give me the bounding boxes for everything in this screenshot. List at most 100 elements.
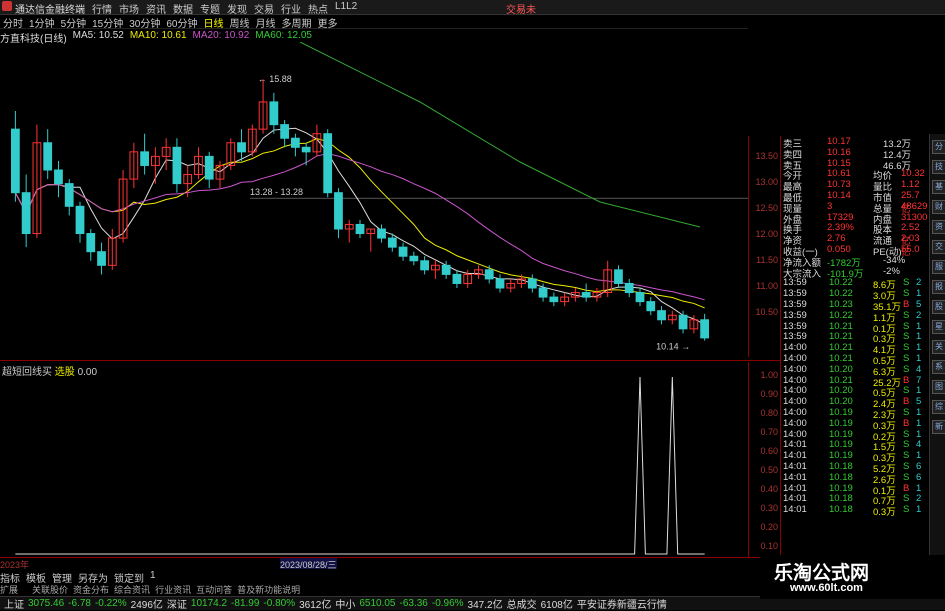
indicator-tabs: 指标 模板 管理 另存为 锁定到 1 [0, 570, 780, 585]
tick-cell: 10.21 [829, 374, 853, 386]
toolbar-button[interactable]: 综 [932, 400, 945, 414]
menu-item[interactable]: 资讯 [146, 1, 173, 16]
candle [581, 283, 591, 302]
menu-item[interactable]: 发现 [227, 1, 254, 16]
menu-item[interactable]: 行业 [281, 1, 308, 16]
tick-cell: S [903, 428, 910, 440]
period-tab[interactable]: 周线 [227, 15, 253, 30]
quote-cell: -34% [883, 254, 906, 266]
candle [495, 274, 505, 293]
tick-cell: 14:00 [783, 428, 807, 440]
menu-item[interactable]: L1L2 [335, 1, 362, 16]
tick-cell: 10.19 [829, 417, 853, 429]
quote-cell: 10.16 [827, 146, 851, 158]
tick-cell: 14:00 [783, 417, 807, 429]
candle [560, 292, 570, 307]
tick-cell: 14:01 [783, 493, 807, 505]
menu-item[interactable]: 交易 [254, 1, 281, 16]
period-tab[interactable]: 日线 [201, 15, 227, 30]
tick-cell: 13:59 [783, 288, 807, 300]
tick-cell: 2 [916, 309, 922, 321]
toolbar-button[interactable]: 系 [932, 360, 945, 374]
trade-status[interactable]: 交易未 [506, 1, 536, 16]
period-tab[interactable]: 多周期 [279, 15, 315, 30]
tick-row: 14:01 10.18 5.2万 S 6 [783, 461, 923, 475]
quote-row: 换手 2.39% 股本 2.52亿 [783, 222, 923, 247]
period-tab[interactable]: 30分钟 [126, 15, 163, 30]
period-tab[interactable]: 60分钟 [163, 15, 200, 30]
candle [140, 133, 150, 175]
tick-row: 14:00 10.20 2.4万 B 5 [783, 396, 923, 410]
toolbar-button[interactable]: 新 [932, 420, 945, 434]
candle [247, 124, 257, 157]
toolbar-button[interactable]: 资 [932, 220, 945, 234]
menu-item[interactable]: 数据 [173, 1, 200, 16]
candle [54, 160, 63, 198]
indicator-tick: 0.60 [760, 446, 778, 456]
indicator-tab[interactable]: 另存为 [78, 570, 108, 585]
candle [377, 224, 386, 243]
period-tab[interactable]: 15分钟 [89, 15, 126, 30]
toolbar-button[interactable]: 服 [932, 260, 945, 274]
toolbar-button[interactable]: 交 [932, 240, 945, 254]
tick-cell: 14:00 [783, 385, 807, 397]
indicator-tab[interactable]: 指标 [0, 570, 20, 585]
menu-item[interactable]: 热点 [308, 1, 335, 16]
toolbar-button[interactable]: 财 [932, 200, 945, 214]
quote-row: 收益(一) 0.050 PE(动) 55.0 [783, 244, 923, 258]
period-tab[interactable]: 分时 [0, 15, 26, 30]
indicator-chart[interactable] [0, 372, 748, 557]
toolbar-button[interactable]: 报 [932, 280, 945, 294]
candle [32, 124, 42, 239]
indicator-tab[interactable]: 锁定到 [114, 570, 144, 585]
period-tab[interactable]: 月线 [253, 15, 279, 30]
info-tab[interactable]: 行业资讯 [155, 583, 191, 595]
menu-item[interactable]: 市场 [119, 1, 146, 16]
candle [635, 288, 645, 307]
quote-cell: 17329 [827, 211, 854, 223]
candle [97, 242, 106, 275]
quote-cell: 10.15 [827, 157, 851, 169]
indicator-tick: 0.50 [760, 465, 778, 475]
tick-cell: B [903, 374, 910, 386]
indicator-tab[interactable]: 模板 [26, 570, 46, 585]
period-tab[interactable]: 更多 [315, 15, 341, 30]
tick-row: 14:01 10.18 0.7万 S 2 [783, 493, 923, 507]
candlestick-chart[interactable]: ← 15.88 13.28 - 13.28 10.14 → [0, 42, 748, 357]
tick-cell: 6 [916, 461, 922, 472]
info-tab[interactable]: 互动问答 [196, 583, 232, 595]
toolbar-button[interactable]: 图 [932, 380, 945, 394]
info-tab[interactable]: 资金分布 [73, 583, 109, 595]
toolbar-button[interactable]: 星 [932, 320, 945, 334]
tick-cell: S [903, 471, 910, 483]
toolbar-button[interactable]: 关 [932, 340, 945, 354]
tick-cell: S [903, 277, 910, 289]
candle [355, 219, 365, 239]
period-tab[interactable]: 5分钟 [58, 15, 90, 30]
menu-item[interactable]: 行情 [92, 1, 119, 16]
indicator-tab[interactable]: 管理 [52, 570, 72, 585]
price-tick: 13.00 [755, 177, 778, 187]
candle [420, 256, 430, 275]
candle [64, 179, 74, 216]
period-tab[interactable]: 1分钟 [26, 15, 58, 30]
toolbar-button[interactable]: 技 [932, 160, 945, 174]
indicator-tick: 0.10 [760, 541, 778, 551]
info-tab[interactable]: 综合资讯 [114, 583, 150, 595]
toolbar-button[interactable]: 基 [932, 180, 945, 194]
info-tab[interactable]: 普及新功能说明 [237, 583, 300, 595]
candle [614, 265, 623, 288]
indicator-tick: 0.70 [760, 427, 778, 437]
quote-cell: 55.0 [901, 244, 920, 255]
toolbar-button[interactable]: 股 [932, 300, 945, 314]
info-tab[interactable]: 关联股价 [32, 583, 68, 595]
toolbar-button[interactable]: 分 [932, 140, 945, 154]
tick-row: 14:01 10.19 0.1万 B 1 [783, 483, 923, 497]
high-label: ← 15.88 [258, 74, 292, 84]
menu-item[interactable]: 专题 [200, 1, 227, 16]
info-tab[interactable]: 扩展 [0, 583, 27, 595]
tick-cell: 10.18 [829, 461, 853, 472]
indicator-axis: 1.00 0.90 0.80 0.70 0.60 0.50 0.40 0.30 0.20 0.10 [748, 362, 781, 557]
indicator-tab[interactable]: 1 [150, 570, 156, 581]
quote-row: 最低 10.14 市值 25.7亿 [783, 190, 923, 215]
